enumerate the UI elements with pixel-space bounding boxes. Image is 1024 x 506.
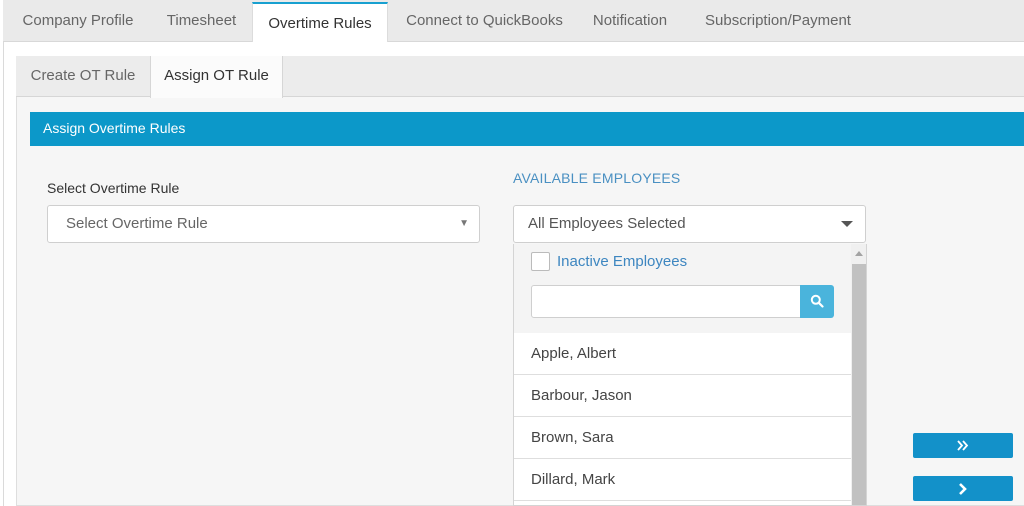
dropdown-header: Inactive Employees xyxy=(514,244,851,333)
move-selected-button[interactable] xyxy=(913,476,1013,501)
tab-company-profile[interactable]: Company Profile xyxy=(3,0,153,42)
employees-select[interactable]: All Employees Selected xyxy=(513,205,866,243)
tab-timesheet[interactable]: Timesheet xyxy=(153,0,250,42)
tab-create-ot-rule[interactable]: Create OT Rule xyxy=(16,56,150,97)
overtime-rule-label: Select Overtime Rule xyxy=(47,180,180,196)
chevron-right-icon xyxy=(959,483,967,495)
employee-list-item[interactable]: Apple, Albert xyxy=(514,333,851,375)
overtime-rule-select[interactable]: Select Overtime Rule ▼ xyxy=(47,205,480,243)
scroll-thumb[interactable] xyxy=(852,264,866,505)
scroll-up-arrow-icon[interactable] xyxy=(855,251,863,256)
overtime-rule-placeholder: Select Overtime Rule xyxy=(66,215,208,232)
employees-selected-text: All Employees Selected xyxy=(528,215,686,232)
section-header: Assign Overtime Rules xyxy=(30,112,1024,146)
caret-down-icon: ▼ xyxy=(459,218,469,229)
tab-overtime-rules[interactable]: Overtime Rules xyxy=(252,2,388,43)
caret-down-icon xyxy=(841,221,853,227)
tab-assign-ot-rule[interactable]: Assign OT Rule xyxy=(150,56,283,98)
inactive-employees-checkbox[interactable] xyxy=(531,252,550,271)
dropdown-scrollbar[interactable] xyxy=(851,244,866,505)
employee-search-input[interactable] xyxy=(531,285,801,318)
double-chevron-right-icon xyxy=(957,440,969,451)
move-all-button[interactable] xyxy=(913,433,1013,458)
sub-tab-bar: Create OT Rule Assign OT Rule xyxy=(16,56,1024,98)
tab-connect-quickbooks[interactable]: Connect to QuickBooks xyxy=(388,0,581,42)
employee-list-item[interactable]: Dillard, Mark xyxy=(514,459,851,501)
employees-dropdown: Inactive Employees Apple, Albert Barbour… xyxy=(513,244,867,506)
search-icon xyxy=(810,294,824,308)
tab-notification[interactable]: Notification xyxy=(581,0,679,42)
top-tab-bar: Company Profile Timesheet Overtime Rules… xyxy=(3,0,1024,43)
tab-subscription-payment[interactable]: Subscription/Payment xyxy=(683,0,873,42)
employee-list-item[interactable]: Brown, Sara xyxy=(514,417,851,459)
employee-list-item[interactable]: Barbour, Jason xyxy=(514,375,851,417)
search-button[interactable] xyxy=(800,285,834,318)
inactive-employees-label[interactable]: Inactive Employees xyxy=(557,253,687,270)
available-employees-label: AVAILABLE EMPLOYEES xyxy=(513,170,681,186)
